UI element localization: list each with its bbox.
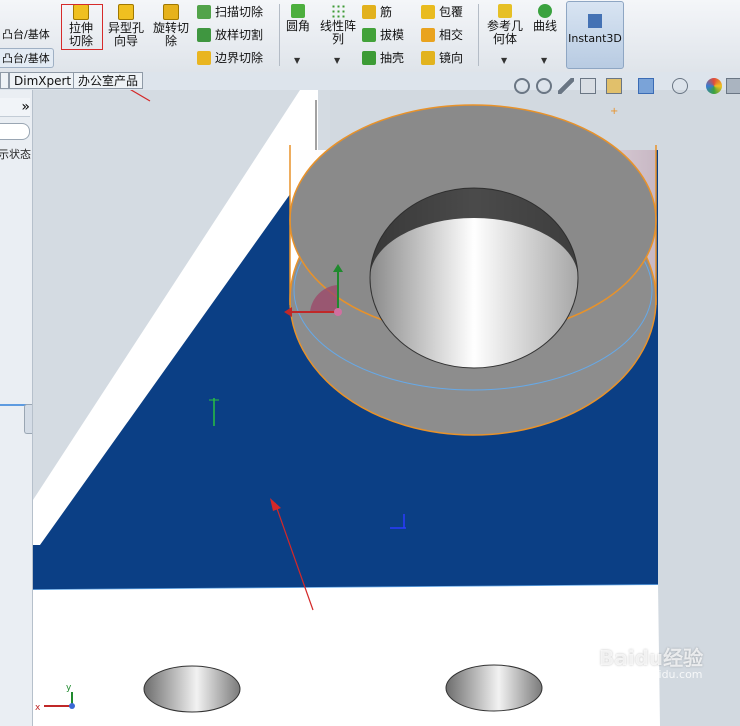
view-triad-center xyxy=(69,703,75,709)
section-view-icon[interactable] xyxy=(580,78,596,94)
feature-manager-panel: » 示状态 xyxy=(0,90,33,726)
curves-dropdown-icon[interactable]: ▼ xyxy=(541,56,547,65)
bottom-hole-right[interactable] xyxy=(445,664,543,712)
hole-wizard-icon xyxy=(118,4,134,20)
tab-dimxpert[interactable]: DimXpert xyxy=(9,72,77,89)
mirror-label: 镜向 xyxy=(439,51,464,65)
view-triad-x-label: x xyxy=(35,703,41,713)
revolved-cut-button[interactable]: 旋转切除 xyxy=(151,4,191,48)
linear-pattern-label: 线性阵列 xyxy=(320,19,357,46)
view-triad-y-label: y xyxy=(66,683,72,693)
hole-wizard-label: 异型孔向导 xyxy=(108,21,145,48)
tab-office-products[interactable]: 办公室产品 xyxy=(73,72,144,89)
curves-button[interactable]: 曲线 xyxy=(530,4,560,33)
reference-geometry-icon xyxy=(498,4,512,18)
previous-view-icon[interactable] xyxy=(558,78,574,94)
zoom-to-fit-icon[interactable] xyxy=(514,78,530,94)
shell-icon xyxy=(362,51,376,65)
panel-collapse-button[interactable]: » xyxy=(0,98,30,117)
panel-resize-handle[interactable] xyxy=(24,404,32,434)
wrap-button[interactable]: 包覆 xyxy=(421,2,463,22)
swept-cut-icon xyxy=(197,5,211,19)
linear-pattern-button[interactable]: 线性阵列 xyxy=(318,4,358,46)
collapse-icon: » xyxy=(21,99,30,115)
instant3d-icon xyxy=(588,14,602,28)
graphics-area: y x + Baidu经验 jingyan.baidu.com xyxy=(33,90,740,726)
watermark-brand: Baidu经验 xyxy=(599,646,704,670)
lofted-cut-button[interactable]: 放样切割 xyxy=(197,25,263,45)
revolved-cut-label: 旋转切除 xyxy=(153,21,190,48)
instant3d-label: Instant3D xyxy=(568,32,622,45)
watermark-url: jingyan.baidu.com xyxy=(601,668,703,681)
rib-icon xyxy=(362,5,376,19)
shell-label: 抽壳 xyxy=(380,51,405,65)
rib-button[interactable]: 筋 xyxy=(362,2,392,22)
mirror-icon xyxy=(421,51,435,65)
model-canvas: y x + xyxy=(33,90,660,726)
display-state-label: 示状态 xyxy=(0,148,31,161)
panel-filter-input[interactable] xyxy=(0,123,30,140)
intersect-button[interactable]: 相交 xyxy=(421,25,463,45)
apply-scene-icon[interactable] xyxy=(726,78,740,94)
separator xyxy=(478,4,479,66)
hide-show-items-icon[interactable] xyxy=(672,78,688,94)
curves-icon xyxy=(538,4,552,18)
draft-button[interactable]: 拔模 xyxy=(362,25,404,45)
linear-pattern-icon xyxy=(331,4,345,18)
display-style-icon[interactable] xyxy=(638,78,654,94)
draft-icon xyxy=(362,28,376,42)
rib-label: 筋 xyxy=(380,5,393,19)
curves-label: 曲线 xyxy=(532,19,557,33)
part-bottom-face xyxy=(33,585,660,726)
lofted-cut-label: 放样切割 xyxy=(215,28,264,42)
wrap-icon xyxy=(421,5,435,19)
heads-up-view-toolbar xyxy=(514,78,740,96)
tab-previous[interactable] xyxy=(0,72,9,89)
intersect-label: 相交 xyxy=(439,28,464,42)
triad-center xyxy=(334,308,342,316)
origin-cross: + xyxy=(610,106,618,117)
view-orientation-icon[interactable] xyxy=(606,78,622,94)
lofted-cut-icon xyxy=(197,28,211,42)
fillet-dropdown-icon[interactable]: ▼ xyxy=(294,56,300,65)
mirror-button[interactable]: 镜向 xyxy=(421,48,463,68)
separator xyxy=(279,4,280,66)
boundary-cut-label: 边界切除 xyxy=(215,51,264,65)
wrap-label: 包覆 xyxy=(439,5,464,19)
swept-cut-label: 扫描切除 xyxy=(215,5,264,19)
draft-label: 拔模 xyxy=(380,28,405,42)
boundary-cut-icon xyxy=(197,51,211,65)
reference-geometry-label: 参考几何体 xyxy=(486,19,523,46)
zoom-to-area-icon[interactable] xyxy=(536,78,552,94)
fillet-icon xyxy=(291,4,305,18)
revolve-boss-button[interactable]: 凸台/基体 xyxy=(0,48,54,68)
highlight-box xyxy=(61,4,103,50)
boundary-cut-button[interactable]: 边界切除 xyxy=(197,48,263,68)
fillet-button[interactable]: 圆角 xyxy=(283,4,313,33)
edit-appearance-icon[interactable] xyxy=(706,78,722,94)
command-manager-ribbon: 凸台/基体 凸台/基体 拉伸切除 异型孔向导 旋转切除 扫描切除 放样切割 边界… xyxy=(0,0,740,73)
shell-button[interactable]: 抽壳 xyxy=(362,48,404,68)
intersect-icon xyxy=(421,28,435,42)
reference-geometry-dropdown-icon[interactable]: ▼ xyxy=(501,56,507,65)
fillet-label: 圆角 xyxy=(285,19,310,33)
reference-geometry-button[interactable]: 参考几何体 xyxy=(484,4,526,46)
hole-wizard-button[interactable]: 异型孔向导 xyxy=(106,4,146,48)
revolved-cut-icon xyxy=(163,4,179,20)
instant3d-button[interactable]: Instant3D xyxy=(566,1,624,69)
linear-pattern-dropdown-icon[interactable]: ▼ xyxy=(334,56,340,65)
bottom-hole-left[interactable] xyxy=(143,665,241,713)
swept-cut-button[interactable]: 扫描切除 xyxy=(197,2,263,22)
extrude-boss-button[interactable]: 凸台/基体 xyxy=(0,25,54,45)
